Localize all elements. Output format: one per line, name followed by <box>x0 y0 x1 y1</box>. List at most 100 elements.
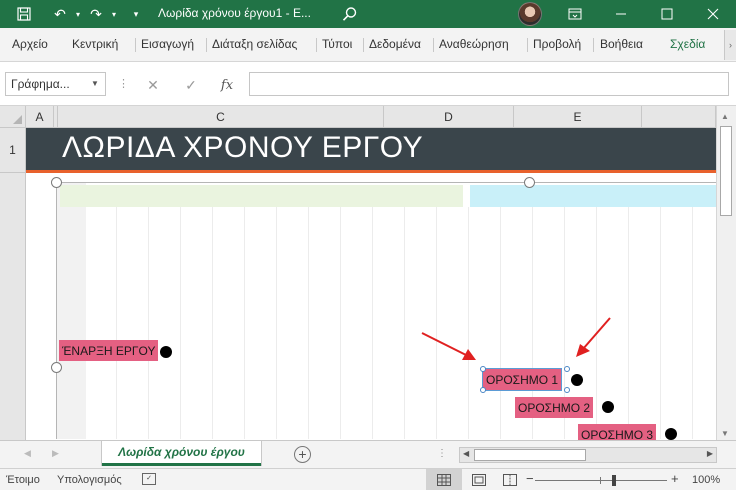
milestone-label-start[interactable]: ΈΝΑΡΞΗ ΕΡΓΟΥ <box>59 340 159 361</box>
maximize-icon[interactable] <box>644 0 690 28</box>
tab-page-layout[interactable]: Διάταξη σελίδας <box>212 37 297 51</box>
column-header-d[interactable]: D <box>384 106 514 128</box>
label-handle-top-left[interactable] <box>480 366 486 372</box>
ribbon-display-icon[interactable] <box>552 0 598 28</box>
gridline <box>148 207 149 439</box>
formula-input[interactable] <box>249 72 729 96</box>
vertical-scrollbar[interactable]: ▲ ▼ <box>716 106 736 440</box>
status-calculate[interactable]: Υπολογισμός <box>57 474 122 486</box>
phase-band-green <box>60 185 463 207</box>
tab-review[interactable]: Αναθεώρηση <box>439 37 509 51</box>
phase-band-blue <box>470 185 716 207</box>
ribbon-separator <box>206 38 207 52</box>
tab-design[interactable]: Σχεδία <box>670 37 705 51</box>
status-bar: Έτοιμο Υπολογισμός ✓ − + 100% <box>0 468 736 490</box>
sheet-tabs-bar: ◀ ▶ Λωρίδα χρόνου έργου + ⋮ ◀ ▶ <box>0 440 736 468</box>
scroll-left-icon[interactable]: ◀ <box>463 449 469 458</box>
select-all-corner[interactable] <box>0 106 26 128</box>
ribbon-separator <box>135 38 136 52</box>
milestone-marker[interactable] <box>160 346 172 358</box>
enter-icon[interactable]: ✓ <box>180 74 202 96</box>
ribbon-separator <box>593 38 594 52</box>
timeline-chart[interactable] <box>56 182 716 439</box>
label-handle-bottom-right[interactable] <box>564 387 570 393</box>
gridline <box>436 207 437 439</box>
formula-bar-splitter-icon[interactable]: ⋮ <box>118 77 129 90</box>
zoom-out-icon[interactable]: − <box>526 471 534 486</box>
zoom-in-icon[interactable]: + <box>671 471 679 486</box>
column-header-c[interactable]: C <box>58 106 384 128</box>
zoom-slider-midpoint <box>600 477 601 484</box>
milestone-marker[interactable] <box>571 374 583 386</box>
ribbon-separator <box>433 38 434 52</box>
page-layout-view-icon[interactable] <box>464 469 494 490</box>
horizontal-scroll-thumb[interactable] <box>474 449 586 461</box>
milestone-label-2[interactable]: ΟΡΟΣΗΜΟ 2 <box>515 397 594 418</box>
zoom-slider-thumb[interactable] <box>612 475 616 486</box>
accessibility-icon[interactable]: ✓ <box>142 473 156 485</box>
search-icon[interactable] <box>340 4 360 24</box>
add-sheet-icon[interactable]: + <box>294 446 311 463</box>
column-header-f[interactable] <box>642 106 716 128</box>
scroll-down-icon[interactable]: ▼ <box>721 429 729 438</box>
gridline <box>340 207 341 439</box>
sheet-tab-timeline[interactable]: Λωρίδα χρόνου έργου <box>102 441 261 466</box>
normal-view-icon[interactable] <box>426 469 462 490</box>
undo-icon[interactable]: ↶ <box>50 4 70 24</box>
gridline <box>276 207 277 439</box>
label-handle-top-right[interactable] <box>564 366 570 372</box>
redo-icon[interactable]: ↷ <box>86 4 106 24</box>
excel-window: ↶ ▾ ↷ ▾ ▾ Λωρίδα χρόνου έργου1 - E... Αρ… <box>0 0 736 490</box>
vertical-scroll-thumb[interactable] <box>720 126 732 216</box>
tab-home[interactable]: Κεντρική <box>72 37 118 51</box>
scroll-up-icon[interactable]: ▲ <box>721 112 729 121</box>
zoom-slider[interactable] <box>535 480 667 481</box>
minimize-icon[interactable] <box>598 0 644 28</box>
previous-sheet-icon[interactable]: ◀ <box>24 448 31 459</box>
gridline <box>500 207 501 439</box>
gridline <box>692 207 693 439</box>
zoom-level[interactable]: 100% <box>692 474 720 486</box>
chart-resize-handle-top-left[interactable] <box>51 177 62 188</box>
tab-help[interactable]: Βοήθεια <box>600 37 643 51</box>
window-title: Λωρίδα χρόνου έργου1 - E... <box>158 6 311 20</box>
milestone-marker[interactable] <box>602 401 614 413</box>
gridline <box>308 207 309 439</box>
column-header-e[interactable]: E <box>514 106 642 128</box>
tab-insert[interactable]: Εισαγωγή <box>141 37 194 51</box>
cancel-icon[interactable]: ✕ <box>142 74 164 96</box>
save-icon[interactable] <box>14 4 34 24</box>
insert-function-icon[interactable]: fx <box>216 74 238 96</box>
name-box-dropdown-icon[interactable]: ▼ <box>91 79 99 88</box>
row-header-area[interactable] <box>0 173 26 440</box>
gridline <box>660 207 661 439</box>
column-header-a[interactable]: A <box>26 106 54 128</box>
gridline <box>116 207 117 439</box>
tab-formulas[interactable]: Τύποι <box>322 37 352 51</box>
ribbon-scroll-right-icon[interactable]: › <box>724 30 736 60</box>
banner: ΛΩΡΙΔΑ ΧΡΟΝΟΥ ΕΡΓΟΥ <box>26 128 716 170</box>
close-icon[interactable] <box>690 0 736 28</box>
horizontal-scrollbar[interactable]: ◀ ▶ <box>459 447 717 463</box>
milestone-marker[interactable] <box>665 428 677 440</box>
status-ready: Έτοιμο <box>6 474 40 486</box>
next-sheet-icon[interactable]: ▶ <box>52 448 59 459</box>
chart-resize-handle-top[interactable] <box>524 177 535 188</box>
redo-dropdown-icon[interactable]: ▾ <box>104 4 124 24</box>
scroll-right-icon[interactable]: ▶ <box>707 449 713 458</box>
user-avatar[interactable] <box>518 2 542 26</box>
gridline <box>404 207 405 439</box>
tab-data[interactable]: Δεδομένα <box>369 37 421 51</box>
chart-resize-handle-left[interactable] <box>51 362 62 373</box>
customize-quick-access-icon[interactable]: ▾ <box>126 4 146 24</box>
row-header-1[interactable]: 1 <box>0 128 26 173</box>
label-handle-bottom-left[interactable] <box>480 387 486 393</box>
page-break-view-icon[interactable] <box>496 469 524 490</box>
tab-file[interactable]: Αρχείο <box>12 37 48 51</box>
milestone-label-1[interactable]: ΟΡΟΣΗΜΟ 1 <box>481 368 563 391</box>
undo-dropdown-icon[interactable]: ▾ <box>68 4 88 24</box>
gridline <box>596 207 597 439</box>
tab-splitter-icon[interactable]: ⋮ <box>437 448 447 459</box>
ribbon-separator <box>363 38 364 52</box>
tab-view[interactable]: Προβολή <box>533 37 581 51</box>
